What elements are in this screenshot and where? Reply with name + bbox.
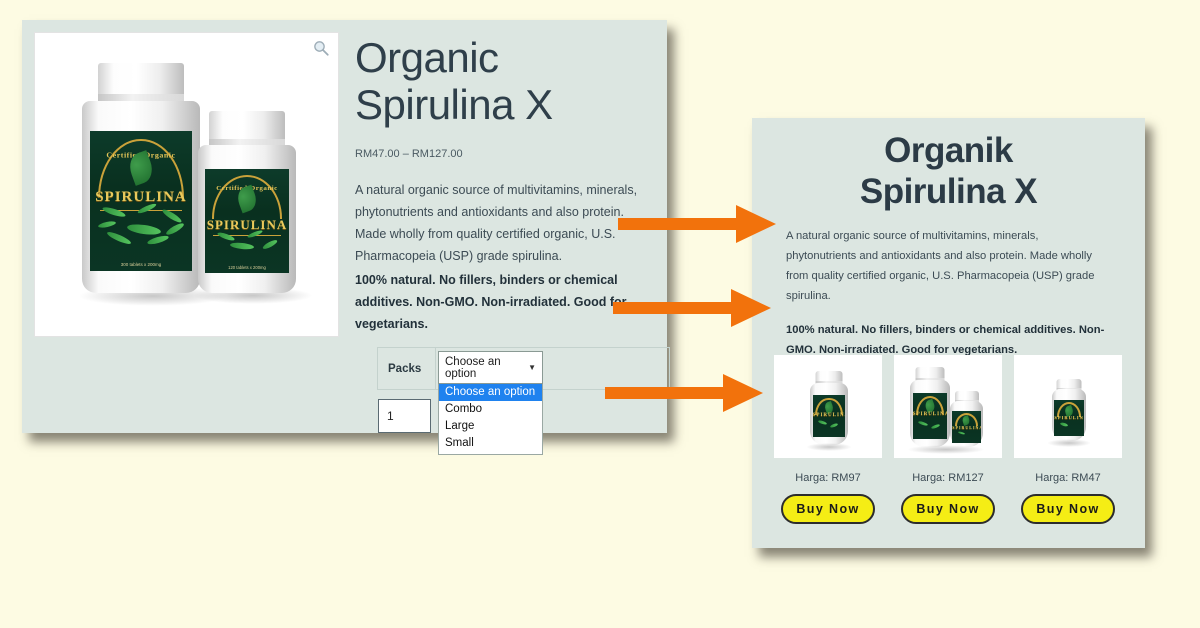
- page-title-line2: Spirulina X: [355, 81, 553, 128]
- chevron-down-icon: ▼: [528, 363, 536, 372]
- landing-title-line1: Organik: [884, 131, 1013, 170]
- packs-select[interactable]: Choose an option ▼: [438, 351, 543, 384]
- product-card-list: SPIRULINA Harga: RM97 Buy Now: [774, 355, 1123, 524]
- select-option[interactable]: Choose an option: [439, 384, 542, 401]
- buy-now-button[interactable]: Buy Now: [901, 494, 995, 524]
- quantity-input[interactable]: 1: [378, 399, 431, 433]
- packs-select-value: Choose an option: [445, 355, 501, 380]
- card-image[interactable]: SPIRULINA SPIRULINA: [894, 355, 1002, 458]
- packs-select-dropdown[interactable]: Choose an option Combo Large Small: [438, 384, 543, 455]
- select-option[interactable]: Combo: [439, 401, 542, 418]
- landing-page-panel: Organik Spirulina X A natural organic so…: [752, 118, 1145, 548]
- product-gallery[interactable]: Certified Organic SPIRULINA 300 tablets …: [34, 32, 339, 337]
- price-range: RM47.00 – RM127.00: [355, 148, 463, 160]
- arrow-description: [618, 201, 778, 247]
- variation-label: Packs: [388, 362, 422, 375]
- card-price: Harga: RM127: [912, 472, 984, 484]
- arrow-bold-description: [613, 285, 773, 331]
- product-summary: Organic Spirulina X RM47.00 – RM127.00 A…: [355, 34, 655, 335]
- select-option[interactable]: Small: [439, 435, 542, 452]
- landing-description-bold: 100% natural. No fillers, binders or che…: [786, 324, 1105, 356]
- screenshot-canvas: Certified Organic SPIRULINA 300 tablets …: [0, 0, 1200, 628]
- product-card[interactable]: SPIRULINA Harga: RM97 Buy Now: [774, 355, 882, 524]
- buy-now-button[interactable]: Buy Now: [781, 494, 875, 524]
- arrow-product-options: [605, 370, 765, 416]
- product-page-panel: Certified Organic SPIRULINA 300 tablets …: [22, 20, 670, 455]
- landing-title: Organik Spirulina X: [752, 130, 1145, 212]
- bottle-photo: Certified Organic SPIRULINA 300 tablets …: [35, 33, 338, 336]
- bottle-small: Certified Organic SPIRULINA 120 tablets …: [198, 111, 296, 293]
- card-image[interactable]: SPIRULINA: [774, 355, 882, 458]
- buy-now-button[interactable]: Buy Now: [1021, 494, 1115, 524]
- product-description-bold: 100% natural. No fillers, binders or che…: [355, 273, 627, 331]
- landing-title-line2: Spirulina X: [859, 172, 1038, 211]
- product-description: A natural organic source of multivitamin…: [355, 183, 638, 263]
- product-card[interactable]: SPIRULINA SPIRULINA Harga: RM127 Buy Now: [894, 355, 1002, 524]
- page-title-line1: Organic: [355, 34, 499, 81]
- card-price: Harga: RM47: [1035, 472, 1101, 484]
- card-price: Harga: RM97: [795, 472, 861, 484]
- page-title: Organic Spirulina X: [355, 34, 655, 128]
- product-card[interactable]: SPIRULINA Harga: RM47 Buy Now: [1014, 355, 1122, 524]
- landing-description: A natural organic source of multivitamin…: [786, 230, 1095, 302]
- bottle-large: Certified Organic SPIRULINA 300 tablets …: [82, 63, 200, 293]
- card-image[interactable]: SPIRULINA: [1014, 355, 1122, 458]
- select-option[interactable]: Large: [439, 418, 542, 435]
